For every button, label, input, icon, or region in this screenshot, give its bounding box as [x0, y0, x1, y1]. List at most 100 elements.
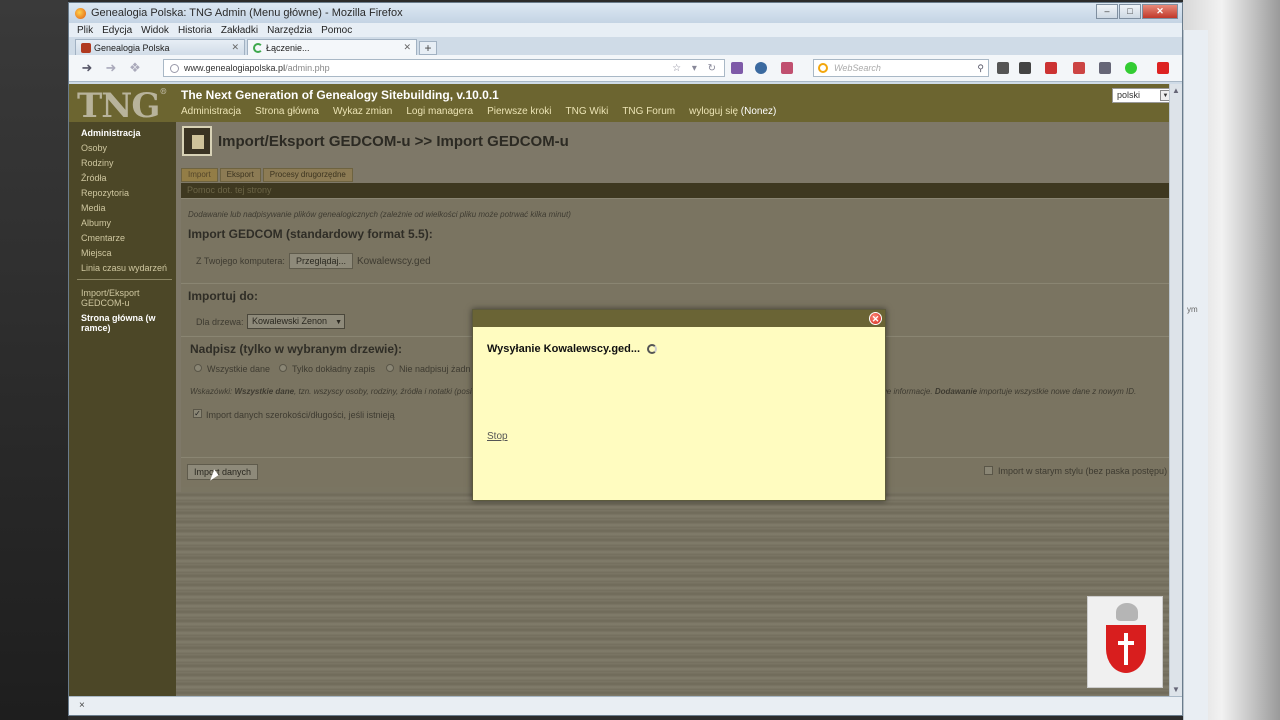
title-bar: Genealogia Polska: TNG Admin (Menu główn…: [69, 3, 1182, 23]
tng-logo[interactable]: TNG®: [77, 86, 167, 126]
menu-pomoc[interactable]: Pomoc: [321, 25, 352, 36]
sidebar-item-administracja[interactable]: Administracja: [81, 128, 141, 138]
sidebar-item-albumy[interactable]: Albumy: [81, 218, 111, 228]
import-data-button[interactable]: Import danych: [187, 464, 259, 480]
sidebar-item-cmentarze[interactable]: Cmentarze: [81, 233, 125, 243]
close-window-button[interactable]: ✕: [1142, 4, 1178, 19]
tab-import[interactable]: Import: [181, 168, 218, 182]
screenshot-icon[interactable]: [1019, 62, 1031, 74]
nav-tng-forum[interactable]: TNG Forum: [622, 106, 675, 117]
radio-no-overwrite[interactable]: [386, 364, 394, 372]
radio-no-overwrite-label: Nie nadpisuj żadn: [399, 364, 471, 374]
minimize-button[interactable]: –: [1096, 4, 1118, 19]
sidebar-divider: [77, 279, 172, 280]
nav-administracja[interactable]: Administracja: [181, 106, 241, 117]
radio-exact-record[interactable]: [279, 364, 287, 372]
admin-sidebar: Administracja Osoby Rodziny Źródła Repoz…: [69, 122, 176, 696]
sidebar-item-import-eksport[interactable]: Import/Eksport GEDCOM-u: [81, 288, 151, 308]
status-green-icon[interactable]: [1125, 62, 1137, 74]
browse-button[interactable]: Przeglądaj...: [289, 253, 354, 269]
sidebar-item-repozytoria[interactable]: Repozytoria: [81, 188, 129, 198]
page-title: Import/Eksport GEDCOM-u >> Import GEDCOM…: [218, 132, 569, 150]
coat-of-arms-image: [1087, 596, 1163, 688]
menu-zakladki[interactable]: Zakładki: [221, 25, 258, 36]
tab-genealogia[interactable]: Genealogia Polska ✕: [75, 39, 245, 55]
tree-select[interactable]: Kowalewski Zenon ▼: [247, 314, 345, 329]
nav-wykaz-zmian[interactable]: Wykaz zmian: [333, 106, 392, 117]
hint-prefix: Wskazówki:: [190, 387, 233, 396]
home-icon[interactable]: [1099, 62, 1111, 74]
url-host: www.genealogiapolska.pl: [184, 63, 286, 73]
search-engine-icon: [818, 63, 828, 73]
tng-header: TNG® The Next Generation of Genealogy Si…: [69, 84, 1174, 126]
sync-icon[interactable]: [755, 62, 767, 74]
sidebar-item-strona-glowna-ramka[interactable]: Strona główna (w ramce): [81, 313, 161, 333]
logo-registered-mark: ®: [159, 86, 167, 96]
selected-filename: Kowalewscy.ged: [357, 256, 431, 267]
tab-loading[interactable]: Łączenie... ✕: [247, 39, 417, 55]
tab-procesy[interactable]: Procesy drugorzędne: [262, 168, 353, 182]
intro-text: Dodawanie lub nadpisywanie plików geneal…: [188, 210, 571, 219]
hint-right: we informacje.: [881, 387, 933, 396]
logo-text: TNG: [77, 86, 160, 126]
sidebar-item-media[interactable]: Media: [81, 203, 106, 213]
help-link[interactable]: Pomoc dot. tej strony: [181, 183, 1174, 198]
from-computer-label: Z Twojego komputera:: [196, 256, 285, 266]
oldstyle-label: Import w starym stylu (bez paska postępu…: [998, 466, 1168, 476]
menu-plik[interactable]: Plik: [77, 25, 93, 36]
addon-red-icon[interactable]: [1073, 62, 1085, 74]
forward-arrow-icon[interactable]: ➜: [101, 60, 121, 76]
upload-message-text: Wysyłanie Kowalewscy.ged...: [487, 343, 641, 355]
nav-logi-managera[interactable]: Logi managera: [406, 106, 473, 117]
notification-icon[interactable]: [1157, 62, 1169, 74]
menu-edycja[interactable]: Edycja: [102, 25, 132, 36]
tools-icon[interactable]: [781, 62, 793, 74]
sidebar-item-rodziny[interactable]: Rodziny: [81, 158, 114, 168]
import-heading: Import GEDCOM (standardowy format 5.5):: [188, 227, 433, 241]
scroll-down-icon[interactable]: ▼: [1172, 685, 1180, 694]
sidebar-item-osoby[interactable]: Osoby: [81, 143, 107, 153]
search-icon[interactable]: ⚲: [977, 63, 984, 74]
page-scrollbar[interactable]: ▲ ▼: [1169, 84, 1182, 696]
close-findbar-icon[interactable]: ×: [79, 700, 85, 711]
video-icon[interactable]: [1045, 62, 1057, 74]
nav-logout[interactable]: wyloguj się (Nonez): [689, 106, 776, 117]
stop-link[interactable]: Stop: [487, 431, 508, 442]
tab-eksport[interactable]: Eksport: [219, 168, 261, 182]
subtab-bar: Import Eksport Procesy drugorzędne: [181, 168, 353, 182]
tab-close-icon[interactable]: ✕: [231, 42, 239, 53]
sidebar-item-zrodla[interactable]: Źródła: [81, 173, 107, 183]
desktop-background: [0, 0, 68, 720]
close-icon[interactable]: ✕: [869, 312, 882, 325]
oldstyle-checkbox[interactable]: [984, 466, 993, 475]
sidebar-item-linia-czasu[interactable]: Linia czasu wydarzeń: [81, 263, 167, 273]
loading-spinner-icon: [647, 344, 658, 354]
back-arrow-icon[interactable]: ➜: [77, 60, 97, 76]
menu-historia[interactable]: Historia: [178, 25, 212, 36]
nav-tng-wiki[interactable]: TNG Wiki: [566, 106, 609, 117]
tab-close-icon[interactable]: ✕: [403, 42, 411, 53]
menu-widok[interactable]: Widok: [141, 25, 169, 36]
search-input[interactable]: WebSearch ⚲: [813, 59, 989, 77]
address-bar[interactable]: www.genealogiapolska.pl /admin.php ☆ ▾ ↻: [163, 59, 725, 77]
bookmark-star-icon[interactable]: ☆ ▾ ↻: [672, 63, 720, 74]
maximize-button[interactable]: □: [1119, 4, 1141, 19]
nav-strona-glowna[interactable]: Strona główna: [255, 106, 319, 117]
hint-body: , tzn. wszyscy osoby, rodziny, źródła i …: [294, 387, 494, 396]
overwrite-heading: Nadpisz (tylko w wybranym drzewie):: [190, 342, 403, 356]
nav-pierwsze-kroki[interactable]: Pierwsze kroki: [487, 106, 551, 117]
sidebar-item-miejsca[interactable]: Miejsca: [81, 248, 112, 258]
page-background-lower: [176, 492, 1174, 696]
menu-narzedzia[interactable]: Narzędzia: [267, 25, 312, 36]
addon-icon[interactable]: [731, 62, 743, 74]
latlong-checkbox[interactable]: ✓: [193, 409, 202, 418]
hint-right-text: we informacje. Dodawanie importuje wszys…: [881, 387, 1136, 396]
logout-label: wyloguj się: [689, 106, 739, 117]
tab-label: Genealogia Polska: [94, 42, 170, 53]
import-file-box: Dodawanie lub nadpisywanie plików geneal…: [181, 198, 1174, 282]
language-select[interactable]: polski ▼: [1112, 88, 1173, 103]
new-tab-button[interactable]: +: [419, 41, 437, 55]
radio-all-data[interactable]: [194, 364, 202, 372]
download-icon[interactable]: [997, 62, 1009, 74]
scroll-up-icon[interactable]: ▲: [1172, 86, 1180, 95]
